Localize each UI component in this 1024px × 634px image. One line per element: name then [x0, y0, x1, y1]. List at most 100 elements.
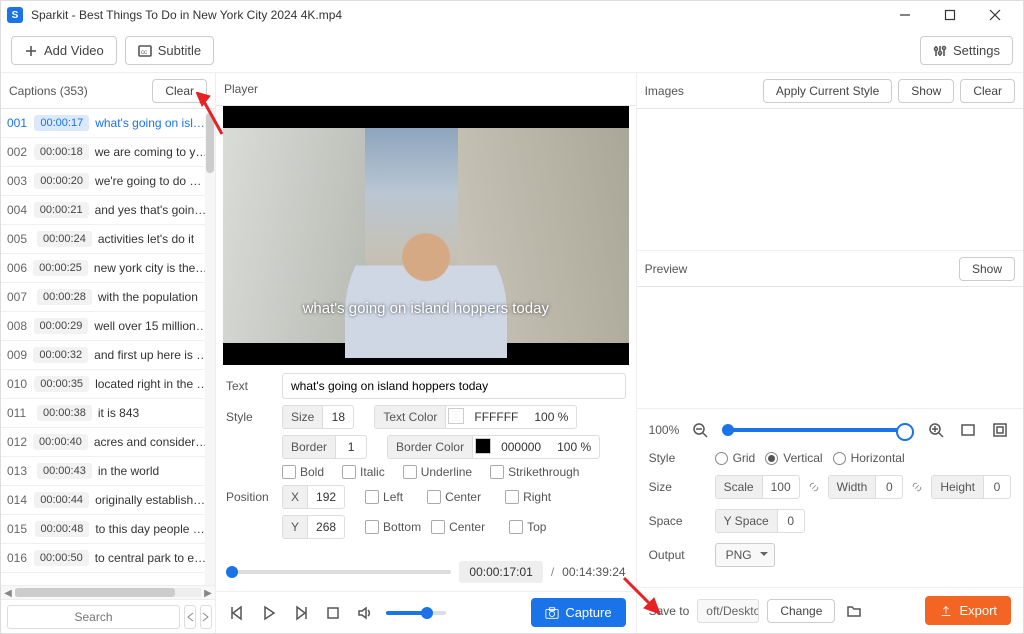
search-next-button[interactable]	[200, 605, 212, 629]
captions-panel: Captions (353) Clear 00100:00:17what's g…	[1, 73, 216, 633]
zoom-in-icon[interactable]	[925, 419, 947, 441]
settings-icon	[933, 44, 947, 58]
close-button[interactable]	[972, 1, 1017, 29]
width-field[interactable]: Width0	[828, 475, 904, 499]
window-title: Sparkit - Best Things To Do in New York …	[31, 8, 882, 22]
minimize-button[interactable]	[882, 1, 927, 29]
save-to-label: Save to	[649, 604, 690, 618]
volume-slider[interactable]	[386, 611, 446, 615]
strike-checkbox[interactable]: Strikethrough	[490, 465, 579, 479]
text-label: Text	[226, 379, 276, 393]
prev-button[interactable]	[226, 602, 248, 624]
caption-row[interactable]: 01300:00:43in the world	[1, 457, 215, 486]
capture-button[interactable]: Capture	[531, 598, 625, 627]
output-select[interactable]: PNG	[715, 543, 775, 567]
export-button[interactable]: Export	[925, 596, 1011, 625]
folder-icon[interactable]	[843, 600, 865, 622]
preview-header: Preview	[645, 262, 953, 276]
captions-search-input[interactable]	[7, 605, 180, 629]
caption-row[interactable]: 00400:00:21and yes that's going to in	[1, 196, 215, 225]
style-row-label: Style	[649, 451, 705, 465]
output-row-label: Output	[649, 548, 705, 562]
caption-row[interactable]: 01100:00:38it is 843	[1, 399, 215, 428]
underline-checkbox[interactable]: Underline	[403, 465, 472, 479]
italic-checkbox[interactable]: Italic	[342, 465, 385, 479]
volume-icon[interactable]	[354, 602, 376, 624]
align-left-checkbox[interactable]: Left	[365, 490, 403, 504]
bold-checkbox[interactable]: Bold	[282, 465, 324, 479]
images-panel: Images Apply Current Style Show Clear	[637, 73, 1023, 251]
play-button[interactable]	[258, 602, 280, 624]
images-clear-button[interactable]: Clear	[960, 79, 1015, 103]
captions-clear-button[interactable]: Clear	[152, 79, 207, 103]
captions-hscroll[interactable]: ◀▶	[1, 585, 215, 599]
current-time: 00:00:17:01	[459, 561, 542, 583]
title-bar: S Sparkit - Best Things To Do in New Yor…	[1, 1, 1023, 29]
search-prev-button[interactable]	[184, 605, 196, 629]
align-center-checkbox[interactable]: Center	[427, 490, 481, 504]
timeline-slider[interactable]	[226, 570, 451, 574]
stop-button[interactable]	[322, 602, 344, 624]
caption-row[interactable]: 01600:00:50to central park to escape	[1, 544, 215, 573]
align-bottom-checkbox[interactable]: Bottom	[365, 520, 421, 534]
maximize-button[interactable]	[927, 1, 972, 29]
caption-row[interactable]: 00100:00:17what's going on island h	[1, 109, 215, 138]
pos-x-field[interactable]: X192	[282, 485, 345, 509]
align-right-checkbox[interactable]: Right	[505, 490, 551, 504]
preview-show-button[interactable]: Show	[959, 257, 1015, 281]
subtitle-label: Subtitle	[158, 43, 201, 58]
scale-field[interactable]: Scale100	[715, 475, 800, 499]
save-path-input[interactable]: oft/Desktop/sparkit	[697, 599, 759, 623]
layout-settings: 100% Style Grid Vertical Horizontal Size	[637, 409, 1023, 587]
caption-row[interactable]: 00200:00:18we are coming to you fro	[1, 138, 215, 167]
captions-list[interactable]: 00100:00:17what's going on island h00200…	[1, 109, 215, 585]
size-row-label: Size	[649, 480, 705, 494]
zoom-out-icon[interactable]	[689, 419, 711, 441]
caption-row[interactable]: 00700:00:28with the population	[1, 283, 215, 312]
size-field[interactable]: Size18	[282, 405, 354, 429]
align-vcenter-checkbox[interactable]: Center	[431, 520, 485, 534]
caption-row[interactable]: 00600:00:25new york city is the larges	[1, 254, 215, 283]
images-show-button[interactable]: Show	[898, 79, 954, 103]
caption-row[interactable]: 01500:00:48to this day people come	[1, 515, 215, 544]
capture-label: Capture	[565, 605, 611, 620]
zoom-slider[interactable]	[727, 428, 909, 432]
align-top-checkbox[interactable]: Top	[509, 520, 546, 534]
yspace-field[interactable]: Y Space0	[715, 509, 805, 533]
caption-text-input[interactable]	[282, 373, 626, 399]
space-row-label: Space	[649, 514, 705, 528]
caption-row[interactable]: 01000:00:35located right in the heart	[1, 370, 215, 399]
images-header: Images	[645, 84, 757, 98]
settings-label: Settings	[953, 43, 1000, 58]
height-field[interactable]: Height0	[931, 475, 1011, 499]
text-color-field[interactable]: Text ColorFFFFFF100 %	[374, 405, 577, 429]
link-icon[interactable]	[806, 479, 822, 495]
vertical-radio[interactable]: Vertical	[765, 451, 822, 465]
caption-row[interactable]: 00500:00:24activities let's do it	[1, 225, 215, 254]
captions-scrollbar[interactable]	[205, 109, 215, 585]
settings-button[interactable]: Settings	[920, 36, 1013, 65]
player-viewport[interactable]: what's going on island hoppers today	[223, 106, 629, 365]
border-field[interactable]: Border1	[282, 435, 367, 459]
pos-y-field[interactable]: Y268	[282, 515, 345, 539]
player-panel: Player what's going on island hoppers to…	[216, 73, 637, 633]
export-label: Export	[959, 603, 997, 618]
add-video-button[interactable]: Add Video	[11, 36, 117, 65]
border-color-field[interactable]: Border Color000000100 %	[387, 435, 600, 459]
link-icon-2[interactable]	[909, 479, 925, 495]
caption-row[interactable]: 00300:00:20we're going to do with th	[1, 167, 215, 196]
caption-row[interactable]: 01200:00:40acres and considered one	[1, 428, 215, 457]
expand-icon[interactable]	[989, 419, 1011, 441]
fit-icon[interactable]	[957, 419, 979, 441]
caption-row[interactable]: 00800:00:29well over 15 million in the	[1, 312, 215, 341]
apply-style-button[interactable]: Apply Current Style	[763, 79, 892, 103]
subtitle-button[interactable]: cc Subtitle	[125, 36, 214, 65]
caption-row[interactable]: 00900:00:32and first up here is centra	[1, 341, 215, 370]
change-path-button[interactable]: Change	[767, 599, 835, 623]
style-label: Style	[226, 410, 276, 424]
caption-row[interactable]: 01400:00:44originally established for	[1, 486, 215, 515]
next-button[interactable]	[290, 602, 312, 624]
grid-radio[interactable]: Grid	[715, 451, 756, 465]
horizontal-radio[interactable]: Horizontal	[833, 451, 905, 465]
time-separator: /	[551, 565, 554, 579]
